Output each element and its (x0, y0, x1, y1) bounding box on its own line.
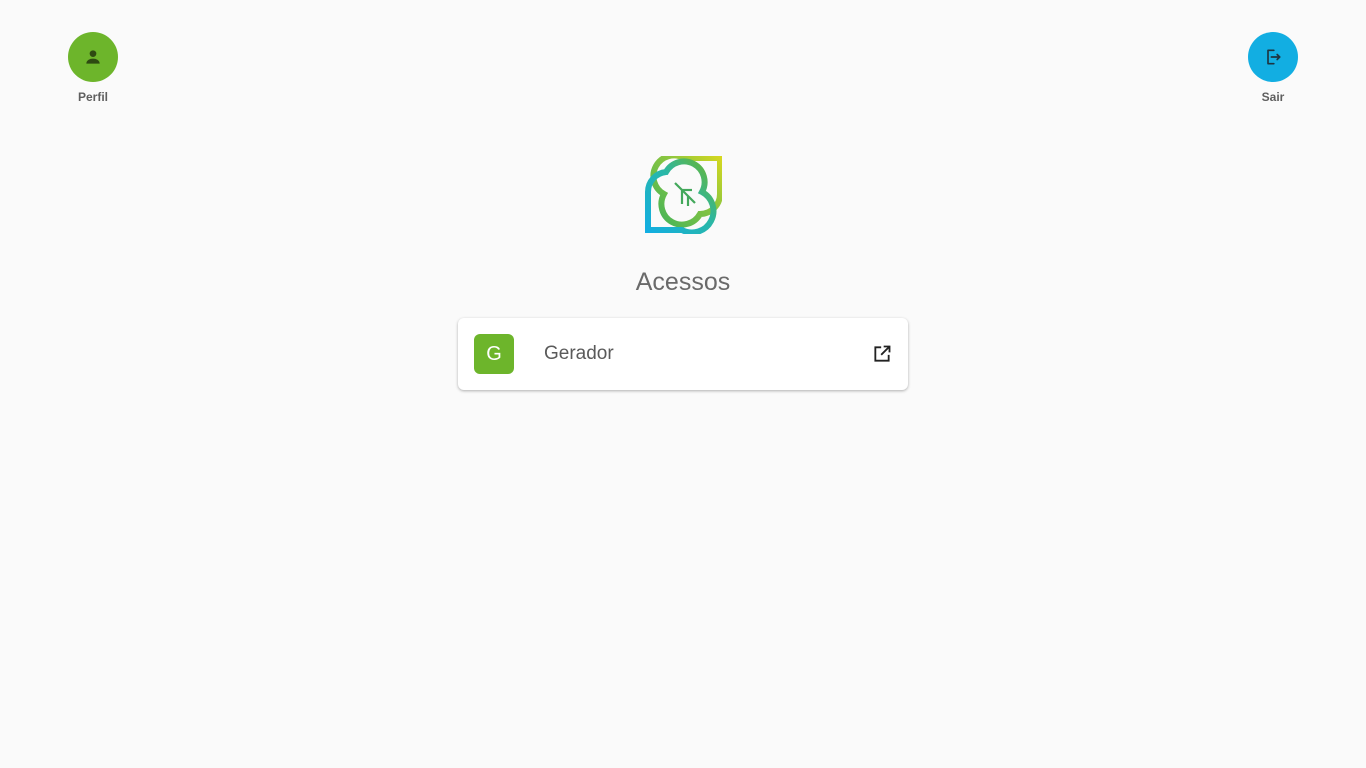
logout-circle[interactable] (1248, 32, 1298, 82)
leaf-logo-icon (644, 152, 723, 236)
profile-label: Perfil (77, 90, 108, 104)
page: Perfil Sair Acessos G Gerador (0, 0, 1366, 768)
logout-label: Sair (1261, 90, 1285, 104)
page-title: Acessos (635, 268, 731, 296)
profile-avatar[interactable] (68, 32, 118, 82)
app-name-label: Gerador (544, 343, 614, 364)
logout-button[interactable]: Sair (1243, 32, 1303, 104)
open-in-new-icon[interactable] (870, 342, 894, 366)
access-item-gerador[interactable]: G Gerador (458, 318, 908, 390)
logout-icon (1263, 47, 1283, 67)
app-avatar: G (474, 334, 514, 374)
person-icon (83, 47, 103, 67)
profile-button[interactable]: Perfil (63, 32, 123, 104)
